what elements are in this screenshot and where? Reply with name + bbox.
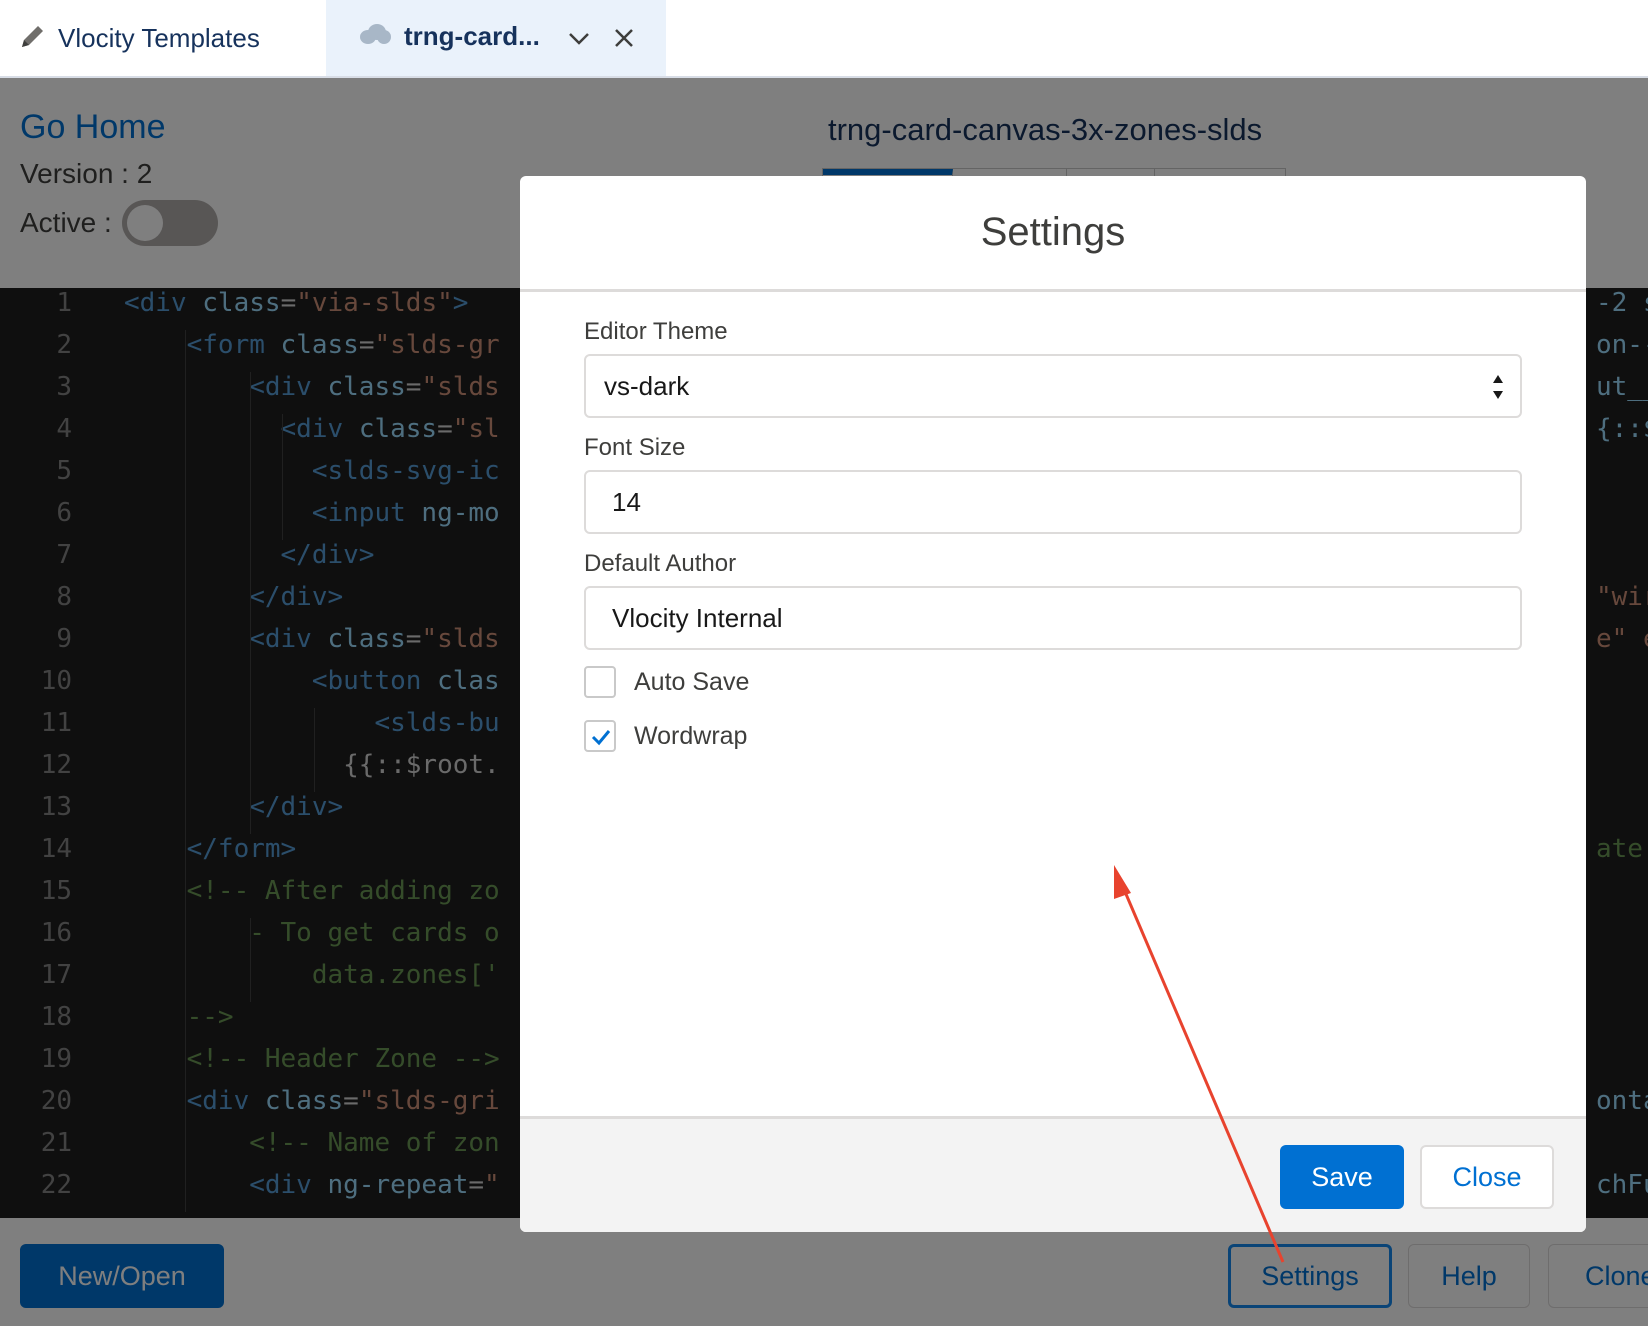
editor-theme-value: vs-dark <box>604 370 690 401</box>
cloud-icon <box>358 22 392 51</box>
font-size-input[interactable]: 14 <box>584 470 1522 534</box>
wordwrap-label: Wordwrap <box>634 721 748 750</box>
tab-label: Vlocity Templates <box>58 22 260 53</box>
modal-title: Settings <box>980 210 1126 254</box>
editor-theme-label: Editor Theme <box>584 318 728 345</box>
auto-save-label: Auto Save <box>634 667 750 696</box>
close-button[interactable]: Close <box>1420 1145 1554 1209</box>
tab-trng-card[interactable]: trng-card... <box>326 0 666 76</box>
font-size-label: Font Size <box>584 434 686 461</box>
checkmark-icon <box>590 727 612 752</box>
auto-save-row[interactable]: Auto Save <box>584 666 749 698</box>
default-author-label: Default Author <box>584 550 737 577</box>
modal-footer: Save Close <box>520 1116 1586 1232</box>
wordwrap-checkbox[interactable] <box>584 720 616 752</box>
tab-label: trng-card... <box>404 21 540 51</box>
chevron-down-icon[interactable] <box>567 26 591 55</box>
select-arrows-icon <box>1490 368 1506 406</box>
auto-save-checkbox[interactable] <box>584 666 616 698</box>
tab-vlocity-templates[interactable]: Vlocity Templates <box>0 0 326 76</box>
workspace-tab-bar: Vlocity Templates trng-card... <box>0 0 1648 78</box>
default-author-value: Vlocity Internal <box>612 602 783 633</box>
font-size-value: 14 <box>612 486 641 517</box>
editor-theme-select[interactable]: vs-dark <box>584 354 1522 418</box>
close-icon[interactable] <box>612 26 636 55</box>
modal-header: Settings <box>520 176 1586 292</box>
save-button[interactable]: Save <box>1280 1145 1404 1209</box>
default-author-input[interactable]: Vlocity Internal <box>584 586 1522 650</box>
wordwrap-row[interactable]: Wordwrap <box>584 720 747 752</box>
pencil-icon <box>18 21 48 56</box>
settings-modal: Settings Editor Theme vs-dark Font Size … <box>520 176 1586 1232</box>
